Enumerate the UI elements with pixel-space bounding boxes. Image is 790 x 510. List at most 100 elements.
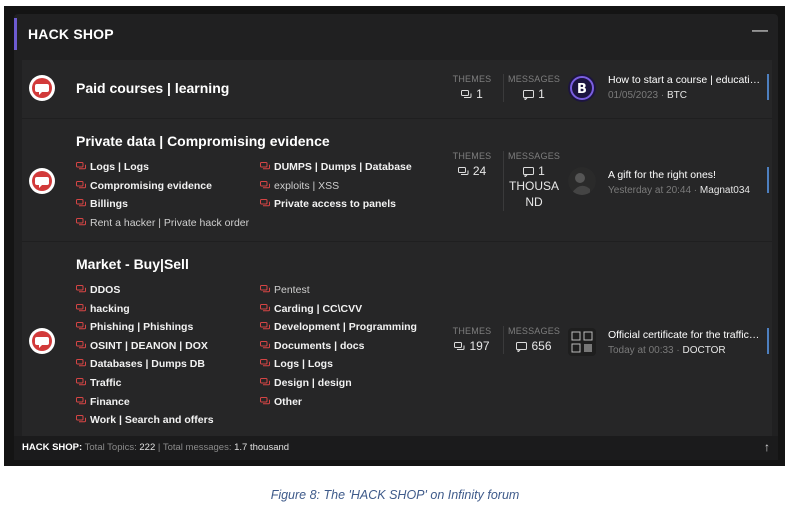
subforum-label: DUMPS | Dumps | Database [274, 161, 412, 173]
subforum-bubble-icon [76, 285, 86, 293]
subforum-bubble-icon [260, 303, 270, 311]
last-post-title[interactable]: Official certificate for the traffic… [608, 329, 766, 341]
messages-count-line2: THOUSA [508, 179, 559, 193]
themes-stat: THEMES 1 [450, 74, 494, 101]
subforum-bubble-icon [76, 303, 86, 311]
subforum-link[interactable]: Compromising evidence [76, 180, 212, 192]
last-post-date: Today at 00:33 [608, 345, 674, 356]
subforum-link[interactable]: Design | design [260, 377, 352, 389]
subforum-link[interactable]: Other [260, 396, 302, 408]
subforum-link[interactable]: Carding | CC\CVV [260, 303, 362, 315]
svg-text:B: B [577, 82, 587, 97]
forum-row: Private data | Compromising evidence Log… [22, 118, 772, 242]
subforum-link[interactable]: DUMPS | Dumps | Database [260, 161, 412, 173]
subforum-bubble-icon [260, 285, 270, 293]
message-icon [516, 341, 528, 352]
messages-count-line3: ND [525, 195, 543, 209]
forum-title[interactable]: Market - Buy|Sell [76, 256, 189, 272]
message-icon [523, 89, 535, 100]
stat-divider [503, 326, 504, 354]
last-post-user[interactable]: BTC [667, 90, 687, 101]
last-post: A gift for the right ones! Yesterday at … [568, 119, 769, 242]
themes-label: THEMES [452, 151, 492, 161]
subforum-label: Documents | docs [274, 339, 365, 352]
themes-count: 197 [469, 339, 490, 353]
category-title[interactable]: HACK SHOP [28, 26, 114, 42]
subforum-label: Logs | Logs [274, 358, 333, 371]
subforum-link[interactable]: Development | Programming [260, 321, 417, 333]
messages-stat: MESSAGES 656 [508, 326, 560, 353]
subforum-label: Databases | Dumps DB [90, 358, 205, 371]
unread-indicator [767, 167, 769, 193]
footer-messages-label: Total messages: [162, 442, 232, 453]
subforum-list: DDOS Pentest hacking Carding | CC\CVV Phishi… [76, 284, 456, 434]
subforum-bubble-icon [260, 396, 270, 404]
last-post-title[interactable]: A gift for the right ones! [608, 169, 766, 181]
last-post: Official certificate for the traffic… To… [568, 242, 769, 438]
forum-title[interactable]: Paid courses | learning [76, 80, 229, 96]
minus-icon[interactable]: — [752, 22, 768, 40]
category-footer: HACK SHOP: Total Topics: 222 | Total mes… [14, 436, 778, 460]
subforum-bubble-icon [76, 340, 86, 349]
subforum-link[interactable]: exploits | XSS [260, 180, 339, 192]
subforum-link[interactable]: Rent a hacker | Private hack order [76, 217, 249, 229]
subforum-label: Finance [90, 395, 130, 408]
subforum-link[interactable]: Billings [76, 198, 128, 210]
subforum-label: Pentest [274, 284, 310, 296]
subforum-link[interactable]: Phishing | Phishings [76, 321, 193, 333]
subforum-label: Work | Search and offers [90, 414, 214, 427]
avatar[interactable]: B [568, 74, 596, 102]
subforum-label: exploits | XSS [274, 179, 340, 192]
messages-stat: MESSAGES 1 THOUSA ND [508, 151, 560, 210]
subforum-link[interactable]: Logs | Logs [76, 161, 149, 173]
themes-count: 24 [472, 164, 487, 178]
subforum-link[interactable]: Documents | docs [260, 340, 364, 352]
forum-title[interactable]: Private data | Compromising evidence [76, 133, 330, 149]
messages-label: MESSAGES [508, 151, 561, 161]
stat-divider [503, 151, 504, 211]
subforum-label: DDOS [90, 284, 121, 296]
avatar[interactable] [568, 167, 596, 195]
subforum-list: Logs | Logs DUMPS | Dumps | Database Compr… [76, 161, 456, 233]
unread-indicator [767, 74, 769, 100]
subforum-link[interactable]: DDOS [76, 284, 120, 296]
arrow-up-icon[interactable]: ↑ [764, 440, 770, 454]
subforum-bubble-icon [260, 199, 270, 207]
subforum-label: Billings [90, 198, 128, 211]
subforum-link[interactable]: Private access to panels [260, 198, 396, 210]
stat-divider [503, 74, 504, 102]
subforum-bubble-icon [76, 199, 86, 207]
subforum-link[interactable]: Databases | Dumps DB [76, 358, 205, 370]
forum-row: Market - Buy|Sell DDOS Pentest hacking Card… [22, 241, 772, 438]
subforum-link[interactable]: OSINT | DEANON | DOX [76, 340, 208, 352]
subforum-link[interactable]: hacking [76, 303, 130, 315]
forum-screenshot: HACK SHOP — Paid courses | learning THEM… [4, 6, 785, 466]
themes-stat: THEMES 24 [450, 151, 494, 178]
last-post-meta: Today at 00:33 · DOCTOR [608, 345, 726, 356]
last-post-meta: Yesterday at 20:44 · Magnat034 [608, 185, 750, 196]
subforum-label: Phishing | Phishings [90, 321, 194, 334]
forum-bubble-icon [29, 328, 55, 354]
subforum-link[interactable]: Work | Search and offers [76, 414, 214, 426]
last-post-user[interactable]: DOCTOR [683, 345, 726, 356]
subforum-bubble-icon [76, 180, 86, 188]
footer-label: HACK SHOP: [22, 442, 83, 453]
subforum-bubble-icon [76, 217, 86, 226]
last-post-title[interactable]: How to start a course | educati… [608, 74, 766, 86]
themes-stat: THEMES 197 [450, 326, 494, 353]
subforum-link[interactable]: Traffic [76, 377, 122, 389]
last-post-user[interactable]: Magnat034 [700, 185, 750, 196]
subforum-link[interactable]: Finance [76, 396, 130, 408]
subforum-link[interactable]: Pentest [260, 284, 310, 296]
footer-stats: HACK SHOP: Total Topics: 222 | Total mes… [22, 442, 289, 453]
subforum-bubble-icon [76, 415, 86, 423]
subforum-label: Traffic [90, 377, 122, 389]
subforum-label: Design | design [274, 377, 352, 389]
last-post-date: Yesterday at 20:44 [608, 185, 692, 196]
avatar[interactable] [568, 328, 596, 356]
footer-topics-label: Total Topics: [84, 442, 137, 453]
themes-label: THEMES [452, 74, 492, 84]
subforum-link[interactable]: Logs | Logs [260, 358, 333, 370]
footer-messages-count: 1.7 thousand [234, 442, 290, 453]
subforum-bubble-icon [260, 378, 270, 386]
